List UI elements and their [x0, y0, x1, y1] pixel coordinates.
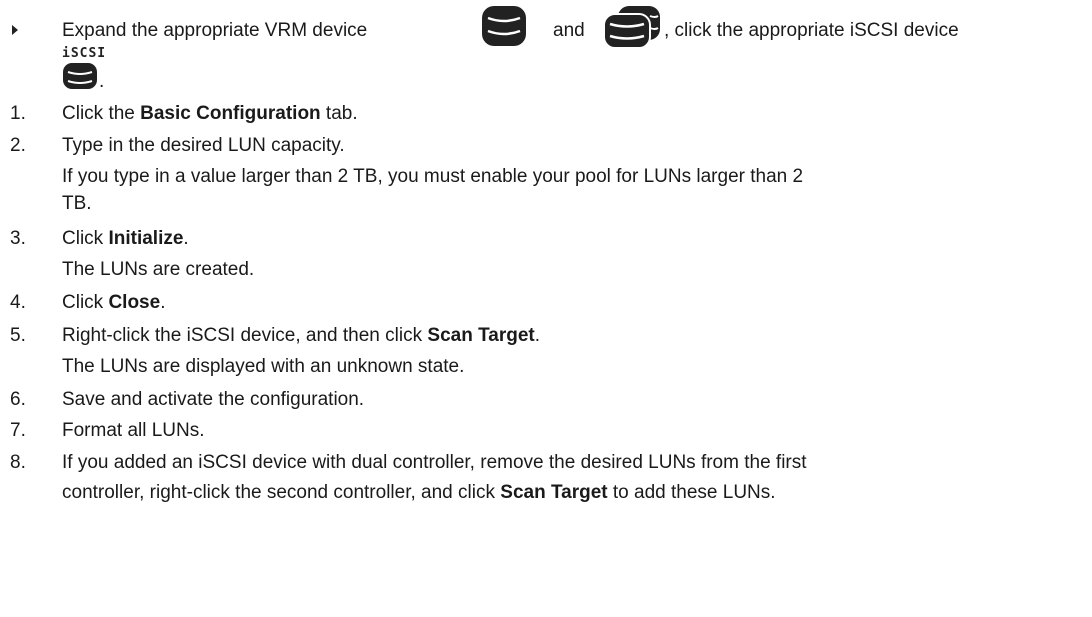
- ui-label-basic-configuration: Basic Configuration: [140, 103, 321, 124]
- ui-label-scan-target: Scan Target: [500, 482, 608, 503]
- iscsi-device-icon: [62, 62, 98, 96]
- step-text: Save and activate the configuration.: [62, 389, 365, 410]
- intro-period: .: [99, 71, 105, 92]
- vrm-device-icon: [480, 4, 528, 54]
- step-text: Right-click the iSCSI device, and then c…: [62, 325, 541, 346]
- document-page: { "intro": { "text_1": "Expand the appro…: [0, 0, 1092, 617]
- step-number: 4.: [10, 292, 26, 313]
- step-number: 7.: [10, 420, 26, 441]
- step-text: Click the Basic Configuration tab.: [62, 103, 358, 124]
- step-note: The LUNs are displayed with an unknown s…: [62, 356, 465, 377]
- step-number: 2.: [10, 135, 26, 156]
- ui-label-scan-target: Scan Target: [427, 325, 535, 346]
- step-text: Click Initialize.: [62, 228, 189, 249]
- step-number: 3.: [10, 228, 26, 249]
- step-text: Type in the desired LUN capacity.: [62, 135, 345, 156]
- step-note: The LUNs are created.: [62, 259, 255, 280]
- step-note: If you type in a value larger than 2 TB,…: [62, 166, 804, 187]
- step-text-cont: controller, right-click the second contr…: [62, 482, 776, 503]
- step-note-cont: TB.: [62, 193, 92, 214]
- ui-label-close: Close: [108, 292, 161, 313]
- intro-and: and: [553, 20, 585, 41]
- step-number: 5.: [10, 325, 26, 346]
- iscsi-label: iSCSI: [62, 46, 107, 61]
- step-text: If you added an iSCSI device with dual c…: [62, 452, 807, 473]
- intro-bullet: Expand the appropriate VRM device and , …: [0, 0, 1092, 92]
- intro-text-1: Expand the appropriate VRM device: [62, 20, 368, 41]
- step-number: 8.: [10, 452, 26, 473]
- triangle-bullet-icon: [12, 25, 18, 35]
- step-number: 1.: [10, 103, 26, 124]
- ui-label-initialize: Initialize: [108, 228, 184, 249]
- step-text: Format all LUNs.: [62, 420, 205, 441]
- intro-text-2: , click the appropriate iSCSI device: [664, 20, 959, 41]
- step-number: 6.: [10, 389, 26, 410]
- step-text: Click Close.: [62, 292, 166, 313]
- vrm-device-stack-icon: [600, 6, 664, 56]
